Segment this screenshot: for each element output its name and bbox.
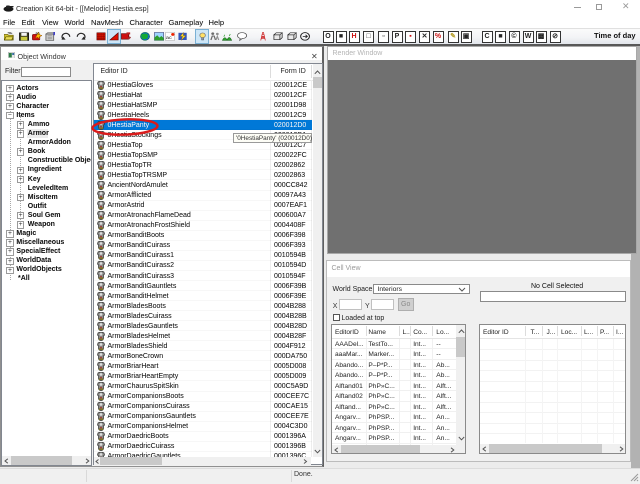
svg-text:ac: ac xyxy=(166,35,172,41)
svg-text:PG: PG xyxy=(35,32,39,35)
